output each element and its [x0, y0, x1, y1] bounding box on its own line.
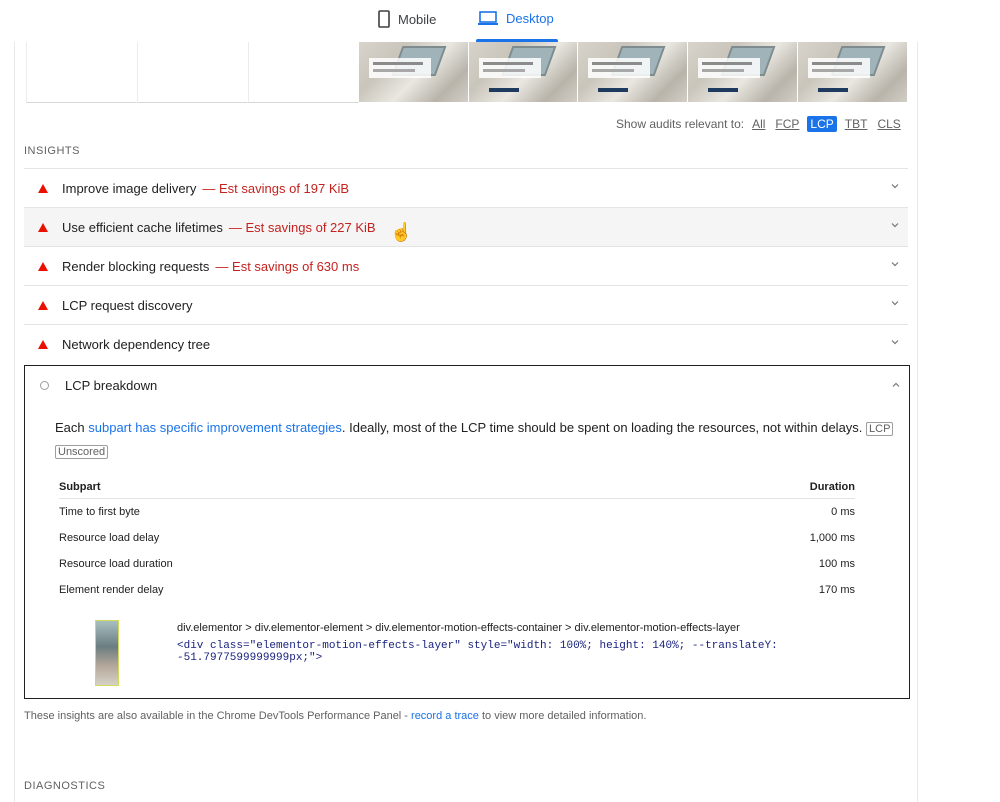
audit-title: LCP request discovery	[62, 298, 193, 313]
fail-icon	[38, 223, 48, 232]
filter-cls[interactable]: CLS	[875, 117, 902, 131]
chevron-down-icon	[891, 184, 899, 189]
lcp-chip: LCP	[866, 422, 894, 436]
insights-footnote: These insights are also available in the…	[24, 710, 646, 722]
desc-suffix: . Ideally, most of the LCP time should b…	[341, 420, 863, 435]
filmstrip	[26, 42, 908, 103]
chevron-down-icon	[891, 301, 899, 306]
filmstrip-frame	[26, 42, 137, 103]
footnote-suffix: to view more detailed information.	[478, 710, 647, 722]
insights-heading: INSIGHTS	[24, 145, 80, 157]
audit-savings: — Est savings of 227 KiB	[228, 220, 376, 235]
audit-title: Improve image delivery	[62, 181, 197, 196]
lcp-subpart-table: Subpart Duration Time to first byte 0 ms…	[59, 476, 855, 603]
filmstrip-frame	[688, 42, 799, 102]
filter-tbt[interactable]: TBT	[843, 117, 870, 131]
node-snippet[interactable]: <div class="elementor-motion-effects-lay…	[177, 640, 909, 664]
filmstrip-frame	[358, 42, 469, 102]
audit-efficient-cache-lifetimes[interactable]: Use efficient cache lifetimes — Est savi…	[24, 207, 908, 247]
col-duration: Duration	[809, 481, 855, 493]
desktop-icon	[478, 11, 498, 25]
audit-lcp-breakdown-header[interactable]: LCP breakdown	[25, 366, 909, 404]
audit-render-blocking-requests[interactable]: Render blocking requests — Est savings o…	[24, 246, 908, 286]
improvement-strategies-link[interactable]: subpart has specific improvement strateg…	[88, 420, 342, 435]
subpart-duration: 0 ms	[831, 506, 855, 518]
lcp-element-thumbnail	[95, 620, 119, 686]
filter-lcp[interactable]: LCP	[807, 116, 837, 132]
subpart-name: Time to first byte	[59, 506, 140, 518]
table-row: Time to first byte 0 ms	[59, 499, 855, 525]
table-header: Subpart Duration	[59, 476, 855, 499]
fail-icon	[38, 262, 48, 271]
desc-prefix: Each	[55, 420, 89, 435]
record-trace-link[interactable]: record a trace	[411, 710, 479, 722]
mobile-icon	[378, 10, 390, 28]
hand-cursor-icon: ☝	[390, 222, 413, 242]
filmstrip-frame	[578, 42, 689, 102]
informative-icon	[40, 380, 49, 390]
chevron-down-icon	[891, 262, 899, 267]
node-selector-path[interactable]: div.elementor > div.elementor-element > …	[177, 622, 740, 634]
subpart-name: Resource load duration	[59, 558, 173, 570]
diagnostics-heading: DIAGNOSTICS	[24, 780, 106, 792]
subpart-duration: 1,000 ms	[809, 532, 855, 544]
audit-savings: — Est savings of 630 ms	[215, 259, 360, 274]
audit-lcp-breakdown-expanded: LCP breakdown Each subpart has specific …	[24, 365, 910, 699]
col-subpart: Subpart	[59, 481, 101, 493]
chevron-down-icon	[891, 223, 899, 228]
subpart-duration: 170 ms	[818, 584, 855, 596]
subpart-duration: 100 ms	[818, 558, 855, 570]
tab-mobile-label: Mobile	[398, 11, 437, 27]
audit-title: Use efficient cache lifetimes	[62, 220, 223, 235]
audit-improve-image-delivery[interactable]: Improve image delivery — Est savings of …	[24, 168, 908, 208]
table-row: Resource load delay 1,000 ms	[59, 525, 855, 551]
unscored-chip: Unscored	[55, 445, 109, 459]
tab-mobile[interactable]: Mobile	[378, 10, 436, 28]
chevron-down-icon	[891, 340, 899, 345]
chevron-up-icon	[892, 382, 900, 387]
table-row: Resource load duration 100 ms	[59, 551, 855, 577]
audit-filter: Show audits relevant to: All FCP LCP TBT…	[616, 116, 903, 132]
audit-title: Network dependency tree	[62, 337, 211, 352]
audit-network-dependency-tree[interactable]: Network dependency tree	[24, 324, 908, 364]
filmstrip-frame	[798, 42, 908, 102]
footnote-prefix: These insights are also available in the…	[24, 710, 412, 722]
audit-description: Each subpart has specific improvement st…	[55, 417, 895, 463]
filter-fcp[interactable]: FCP	[773, 117, 801, 131]
filter-all[interactable]: All	[750, 117, 767, 131]
audit-title: LCP breakdown	[65, 377, 158, 393]
audit-lcp-request-discovery[interactable]: LCP request discovery	[24, 285, 908, 325]
device-tabs: Mobile Desktop	[0, 0, 1000, 42]
audit-savings: — Est savings of 197 KiB	[202, 181, 350, 196]
tab-desktop[interactable]: Desktop	[478, 10, 554, 26]
filmstrip-frame	[247, 42, 359, 103]
fail-icon	[38, 340, 48, 349]
filmstrip-frame	[468, 42, 579, 102]
filmstrip-frame	[136, 42, 248, 103]
table-row: Element render delay 170 ms	[59, 577, 855, 603]
subpart-name: Element render delay	[59, 584, 164, 596]
audit-filter-label: Show audits relevant to:	[616, 117, 745, 131]
subpart-name: Resource load delay	[59, 532, 160, 544]
fail-icon	[38, 184, 48, 193]
tab-desktop-label: Desktop	[506, 10, 554, 26]
fail-icon	[38, 301, 48, 310]
audit-title: Render blocking requests	[62, 259, 210, 274]
